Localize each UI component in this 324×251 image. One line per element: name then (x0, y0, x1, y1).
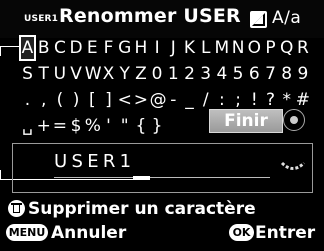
key-char[interactable]: [ (85, 88, 100, 112)
key-char[interactable]: ( (52, 88, 67, 112)
key-char[interactable]: I (150, 36, 165, 60)
key-char[interactable]: 3 (198, 62, 213, 86)
key-char[interactable]: % (85, 114, 101, 138)
key-char[interactable]: N (231, 36, 246, 60)
key-char[interactable]: ) (69, 88, 84, 112)
keyboard-row: STUVWXYZ0123456789 (20, 62, 310, 86)
key-char[interactable]: X (101, 62, 116, 86)
key-char[interactable]: ] (101, 88, 116, 112)
key-char[interactable]: S (20, 62, 35, 86)
key-char[interactable]: E (85, 36, 100, 60)
key-char[interactable]: J (166, 36, 181, 60)
finish-button[interactable]: Finir (209, 109, 283, 133)
key-char[interactable]: 4 (214, 62, 229, 86)
key-char[interactable]: T (36, 62, 51, 86)
four-way-controller-icon (283, 109, 305, 131)
key-char[interactable]: P (263, 36, 278, 60)
mode-tag: USER1 (24, 14, 59, 24)
key-char[interactable]: W (85, 62, 102, 86)
key-char[interactable]: 8 (279, 62, 294, 86)
key-char[interactable]: # (295, 88, 310, 112)
key-char[interactable]: 1 (166, 62, 181, 86)
key-space[interactable]: ␣ (20, 114, 35, 138)
key-char[interactable]: L (198, 36, 213, 60)
key-char[interactable]: " (117, 114, 132, 138)
name-input-value: USER1 (54, 151, 136, 172)
key-char[interactable]: V (69, 62, 84, 86)
key-char[interactable]: K (182, 36, 197, 60)
key-char[interactable]: U (52, 62, 67, 86)
key-char[interactable]: 2 (182, 62, 197, 86)
key-char[interactable]: Z (133, 62, 148, 86)
keyboard-row: ␣ + = $% ' "{} (20, 114, 210, 138)
case-switch-icon[interactable] (250, 11, 267, 28)
delete-character-label: Supprimer un caractère (28, 199, 256, 219)
trash-icon (8, 200, 25, 217)
key-char[interactable]: C (52, 36, 67, 60)
key-char[interactable]: A (19, 35, 36, 61)
key-char[interactable]: 6 (247, 62, 262, 86)
key-char[interactable]: B (36, 36, 51, 60)
cancel-label: Annuler (51, 223, 127, 243)
case-toggle-label[interactable]: A/a (272, 8, 301, 28)
key-char[interactable]: - (166, 88, 181, 112)
key-char[interactable]: Y (117, 62, 132, 86)
key-char[interactable]: < (117, 88, 132, 112)
key-char[interactable]: 7 (263, 62, 278, 86)
key-char[interactable]: 9 (295, 62, 310, 86)
key-char[interactable]: D (69, 36, 84, 60)
key-char[interactable]: 0 (150, 62, 165, 86)
key-char[interactable]: > (133, 88, 148, 112)
rear-dial-icon (280, 161, 306, 170)
key-char[interactable]: @ (150, 88, 167, 112)
enter-label: Entrer (255, 223, 316, 243)
text-cursor (133, 176, 150, 180)
keyboard-row: ABCDEFGHIJKLMNOPQR (19, 35, 310, 61)
key-char[interactable]: H (133, 36, 148, 60)
key-char[interactable]: , (36, 88, 51, 112)
key-char[interactable]: { (133, 114, 148, 138)
key-char[interactable]: G (117, 36, 132, 60)
key-char[interactable]: = (52, 114, 67, 138)
callout-line-cursor-vertical (0, 170, 1, 180)
key-char[interactable]: + (36, 114, 51, 138)
key-char[interactable]: F (101, 36, 116, 60)
key-char[interactable]: $ (69, 114, 84, 138)
menu-button-badge[interactable]: MENU (6, 224, 48, 241)
key-char[interactable]: . (20, 88, 35, 112)
key-char[interactable]: Q (279, 36, 294, 60)
input-underline (54, 177, 270, 178)
key-char[interactable]: } (150, 114, 165, 138)
key-char[interactable]: ' (101, 114, 116, 138)
key-char[interactable]: R (295, 36, 310, 60)
key-char[interactable]: 5 (231, 62, 246, 86)
key-char[interactable]: O (247, 36, 262, 60)
page-title: Renommer USER (59, 5, 241, 27)
key-char[interactable]: _ (182, 88, 197, 112)
key-char[interactable]: M (214, 36, 230, 60)
ok-button-badge[interactable]: OK (229, 224, 254, 241)
